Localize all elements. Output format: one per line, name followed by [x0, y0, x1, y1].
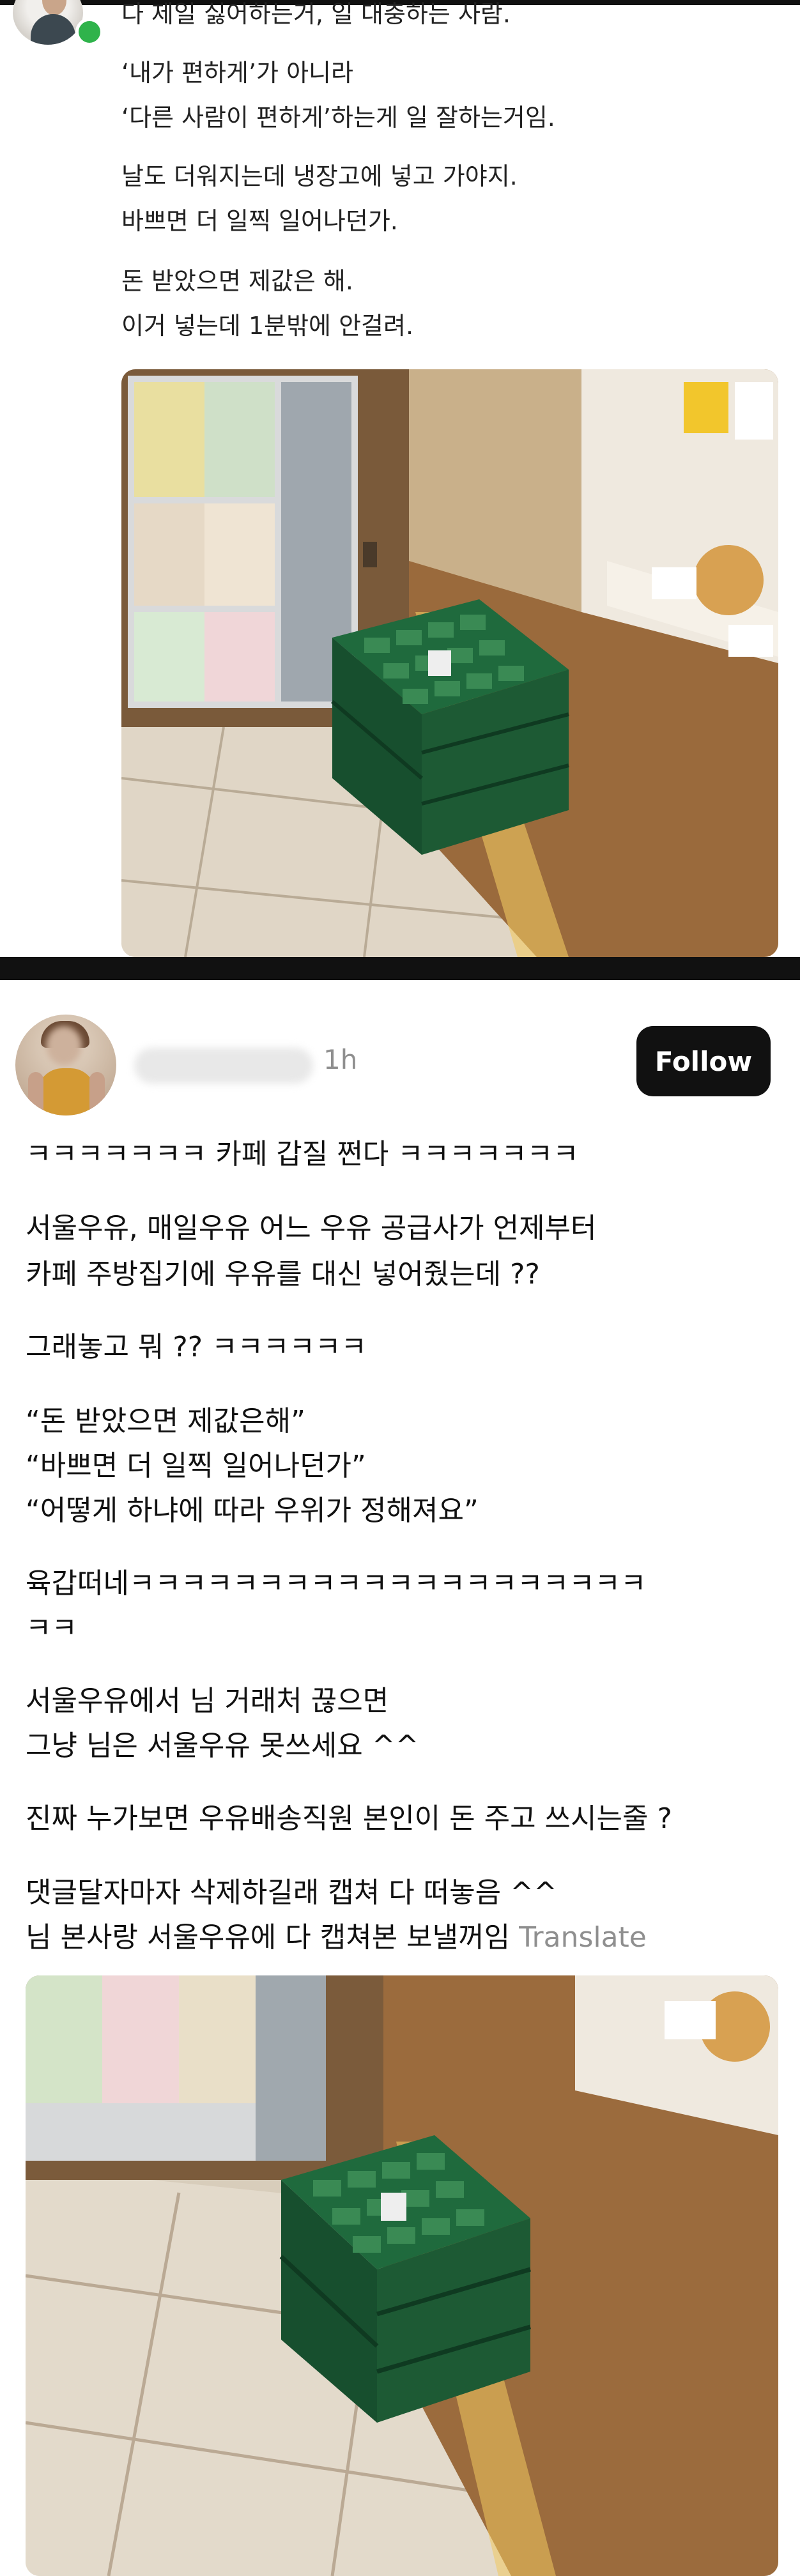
- post-text-line: 돈 받았으면 제값은 해.: [121, 267, 353, 295]
- post-text-line: 바쁘면 더 일찍 일어나던가.: [121, 207, 398, 235]
- post-text-line: 댓글달자마자 삭제하길래 캡쳐 다 떠놓음 ^^: [26, 1876, 557, 1909]
- translate-link[interactable]: Translate: [519, 1921, 647, 1954]
- online-status-icon: [75, 18, 104, 46]
- post-text-line: 다 제일 싫어하는거, 일 대충하는 사람.: [121, 0, 511, 28]
- post-text-line: 이거 넣는데 1분밖에 안걸려.: [121, 312, 414, 340]
- post-image[interactable]: [121, 369, 778, 957]
- post-text-line-with-translate: 님 본사랑 서울우유에 다 캡쳐본 보낼꺼임 Translate: [26, 1919, 647, 1956]
- post-text-line: 날도 더워지는데 냉장고에 넣고 가야지.: [121, 162, 518, 190]
- post-time: 1h: [323, 1044, 358, 1075]
- post-text-line: ㅋㅋ: [26, 1612, 77, 1644]
- post-divider: [0, 957, 800, 980]
- post-text-line: 서울우유에서 님 거래처 끊으면: [26, 1685, 389, 1717]
- post-text-line: ‘다른 사람이 편하게’하는게 일 잘하는거임.: [121, 103, 555, 132]
- avatar[interactable]: [13, 0, 83, 45]
- post-text-line: 그래놓고 뭐 ?? ㅋㅋㅋㅋㅋㅋ: [26, 1331, 367, 1363]
- post-text-line: “돈 받았으면 제값은해”: [26, 1405, 305, 1438]
- post-text-line: 카페 주방집기에 우유를 대신 넣어줬는데 ??: [26, 1258, 540, 1291]
- post-text-line: 육갑떠네ㅋㅋㅋㅋㅋㅋㅋㅋㅋㅋㅋㅋㅋㅋㅋㅋㅋㅋㅋㅋ: [26, 1567, 647, 1600]
- username-redacted: [134, 1048, 313, 1084]
- post-text-line: ‘내가 편하게’가 아니라: [121, 59, 353, 87]
- avatar[interactable]: [15, 1015, 116, 1116]
- post-text-line: “바쁘면 더 일찍 일어나던가”: [26, 1450, 366, 1482]
- post-text-line: 진짜 누가보면 우유배송직원 본인이 돈 주고 쓰시는줄 ?: [26, 1802, 672, 1835]
- follow-button[interactable]: Follow: [636, 1026, 771, 1096]
- post-text-line: ㅋㅋㅋㅋㅋㅋㅋ 카페 갑질 쩐다 ㅋㅋㅋㅋㅋㅋㅋ: [26, 1138, 579, 1170]
- post-text-line: 서울우유, 매일우유 어느 우유 공급사가 언제부터: [26, 1212, 597, 1245]
- post-image[interactable]: [26, 1975, 778, 2576]
- post-text-line: 그냥 님은 서울우유 못쓰세요 ^^: [26, 1729, 419, 1762]
- post-text-line: “어떻게 하냐에 따라 우위가 정해져요”: [26, 1494, 479, 1527]
- post-text-line: 님 본사랑 서울우유에 다 캡쳐본 보낼꺼임: [26, 1921, 511, 1954]
